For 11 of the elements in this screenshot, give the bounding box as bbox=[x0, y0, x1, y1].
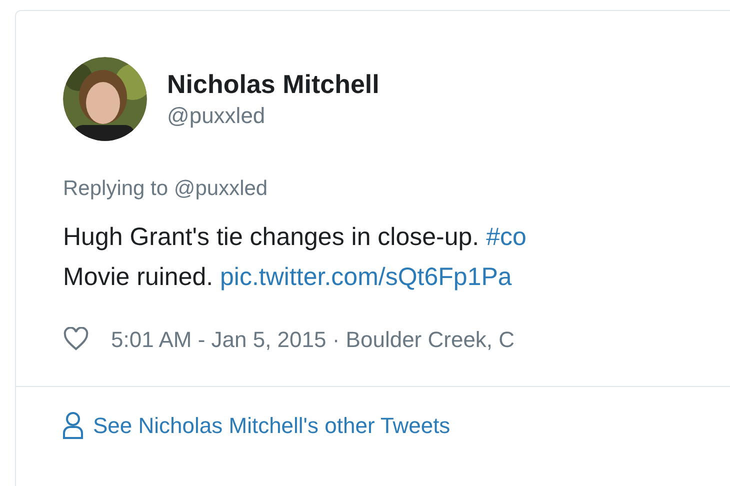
tweet-text: Movie ruined. pic.twitter.com/sQt6Fp1Pa bbox=[63, 262, 513, 292]
tweet-timestamp[interactable]: 5:01 AM - Jan 5, 2015 · Boulder Creek, C bbox=[111, 322, 515, 356]
tweet-link[interactable]: pic.twitter.com/sQt6Fp1Pa bbox=[220, 262, 512, 290]
author-name[interactable]: Nicholas Mitchell bbox=[167, 67, 380, 101]
author-handle[interactable]: @puxxled bbox=[167, 101, 380, 131]
tweet-text: Hugh Grant's tie changes in close-up. #co bbox=[63, 222, 528, 252]
person-icon bbox=[63, 411, 83, 439]
replying-to: Replying to @puxxled bbox=[63, 177, 268, 200]
tweet-link[interactable]: #co bbox=[486, 222, 526, 250]
other-tweets-link[interactable]: See Nicholas Mitchell's other Tweets bbox=[63, 408, 450, 442]
heart-icon[interactable] bbox=[63, 327, 89, 351]
